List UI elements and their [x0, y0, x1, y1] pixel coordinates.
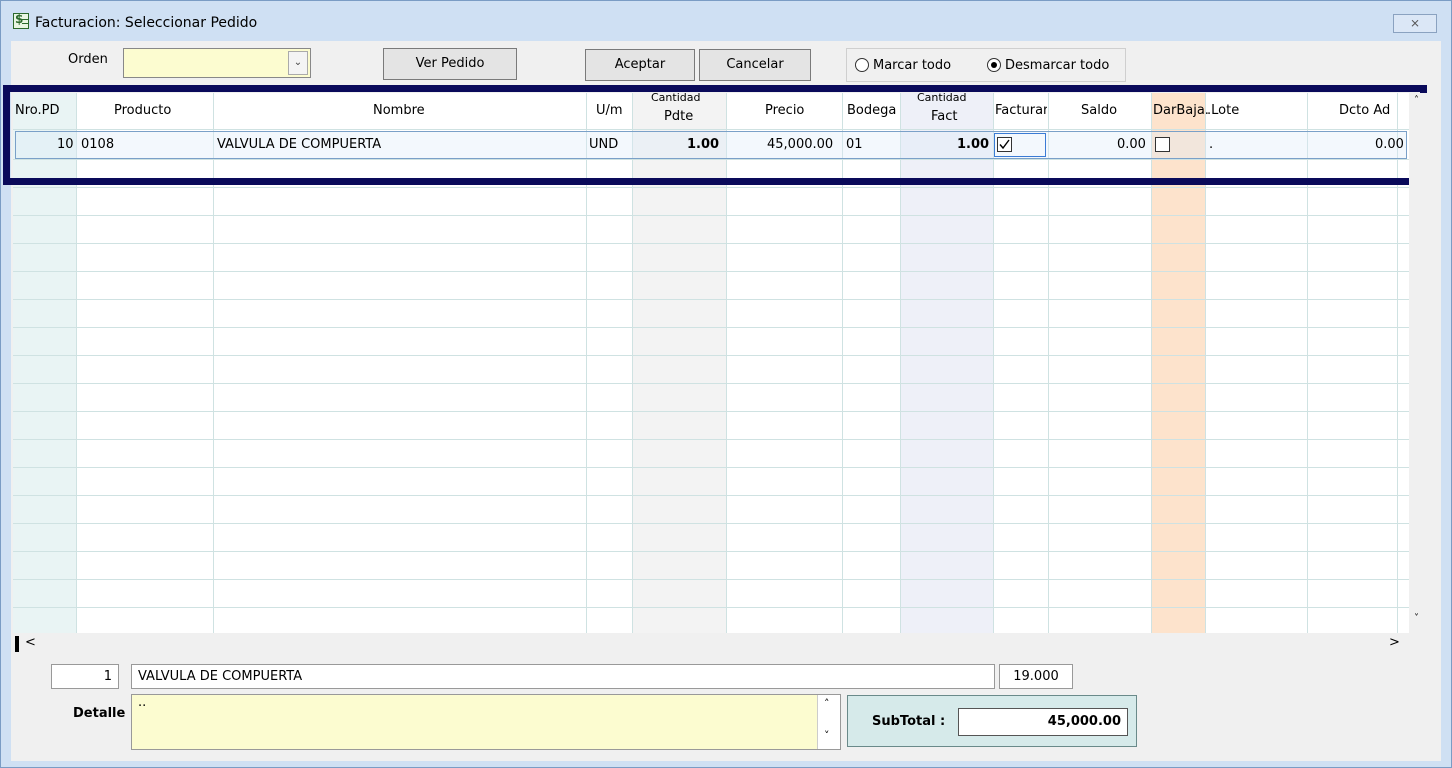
row-line — [13, 383, 1409, 384]
desmarcar-todo-radio[interactable] — [987, 58, 1001, 72]
scroll-thumb[interactable] — [15, 636, 19, 652]
marcar-todo-label[interactable]: Marcar todo — [873, 58, 951, 73]
ver-pedido-button[interactable]: Ver Pedido — [383, 48, 517, 80]
chevron-down-icon[interactable]: ⌄ — [288, 51, 308, 75]
app-icon: $ — [13, 12, 29, 29]
detalle-label: Detalle — [73, 706, 126, 721]
subtotal-label: SubTotal : — [872, 714, 946, 729]
row-line — [13, 607, 1409, 608]
cancelar-button[interactable]: Cancelar — [699, 49, 811, 81]
row-line — [13, 187, 1409, 188]
row-line — [13, 523, 1409, 524]
highlight-frame — [3, 85, 1427, 185]
item-index-field[interactable]: 1 — [51, 664, 119, 689]
scroll-down-icon[interactable]: ˅ — [824, 729, 830, 742]
window-title: Facturacion: Seleccionar Pedido — [35, 15, 258, 31]
mark-radio-group: Marcar todo Desmarcar todo — [846, 48, 1126, 82]
scroll-up-icon[interactable]: ˄ — [824, 697, 830, 710]
scroll-up-icon[interactable]: ˄ — [1414, 95, 1419, 106]
row-line — [13, 327, 1409, 328]
orden-label: Orden — [68, 52, 108, 67]
scroll-left-icon[interactable]: < — [25, 635, 36, 650]
title-bar: $ Facturacion: Seleccionar Pedido ⨯ — [1, 1, 1451, 37]
row-line — [13, 579, 1409, 580]
row-line — [13, 243, 1409, 244]
subtotal-panel: SubTotal : 45,000.00 — [847, 695, 1137, 747]
row-line — [13, 439, 1409, 440]
row-line — [13, 411, 1409, 412]
row-line — [13, 495, 1409, 496]
horizontal-scrollbar[interactable]: < > — [13, 633, 1409, 655]
marcar-todo-radio[interactable] — [855, 58, 869, 72]
vertical-scrollbar[interactable]: ˄ ˅ — [1409, 93, 1429, 633]
item-name-field[interactable]: VALVULA DE COMPUERTA — [131, 664, 995, 689]
tax-field[interactable]: 19.000 — [999, 664, 1073, 689]
row-line — [13, 551, 1409, 552]
row-line — [13, 355, 1409, 356]
close-button[interactable]: ⨯ — [1393, 14, 1437, 33]
row-line — [13, 467, 1409, 468]
row-line — [13, 271, 1409, 272]
aceptar-button[interactable]: Aceptar — [585, 49, 695, 81]
subtotal-value-field: 45,000.00 — [958, 708, 1128, 736]
desmarcar-todo-label[interactable]: Desmarcar todo — [1005, 58, 1109, 73]
scroll-down-icon[interactable]: ˅ — [1414, 613, 1419, 624]
window: $ Facturacion: Seleccionar Pedido ⨯ Orde… — [0, 0, 1452, 768]
detalle-scrollbar[interactable]: ˄ ˅ — [817, 695, 840, 749]
scroll-right-icon[interactable]: > — [1389, 635, 1400, 650]
row-line — [13, 299, 1409, 300]
close-icon: ⨯ — [1409, 16, 1421, 30]
orden-combo[interactable]: ⌄ — [123, 48, 311, 78]
detalle-textarea[interactable]: .. ˄ ˅ — [131, 694, 841, 750]
row-line — [13, 215, 1409, 216]
